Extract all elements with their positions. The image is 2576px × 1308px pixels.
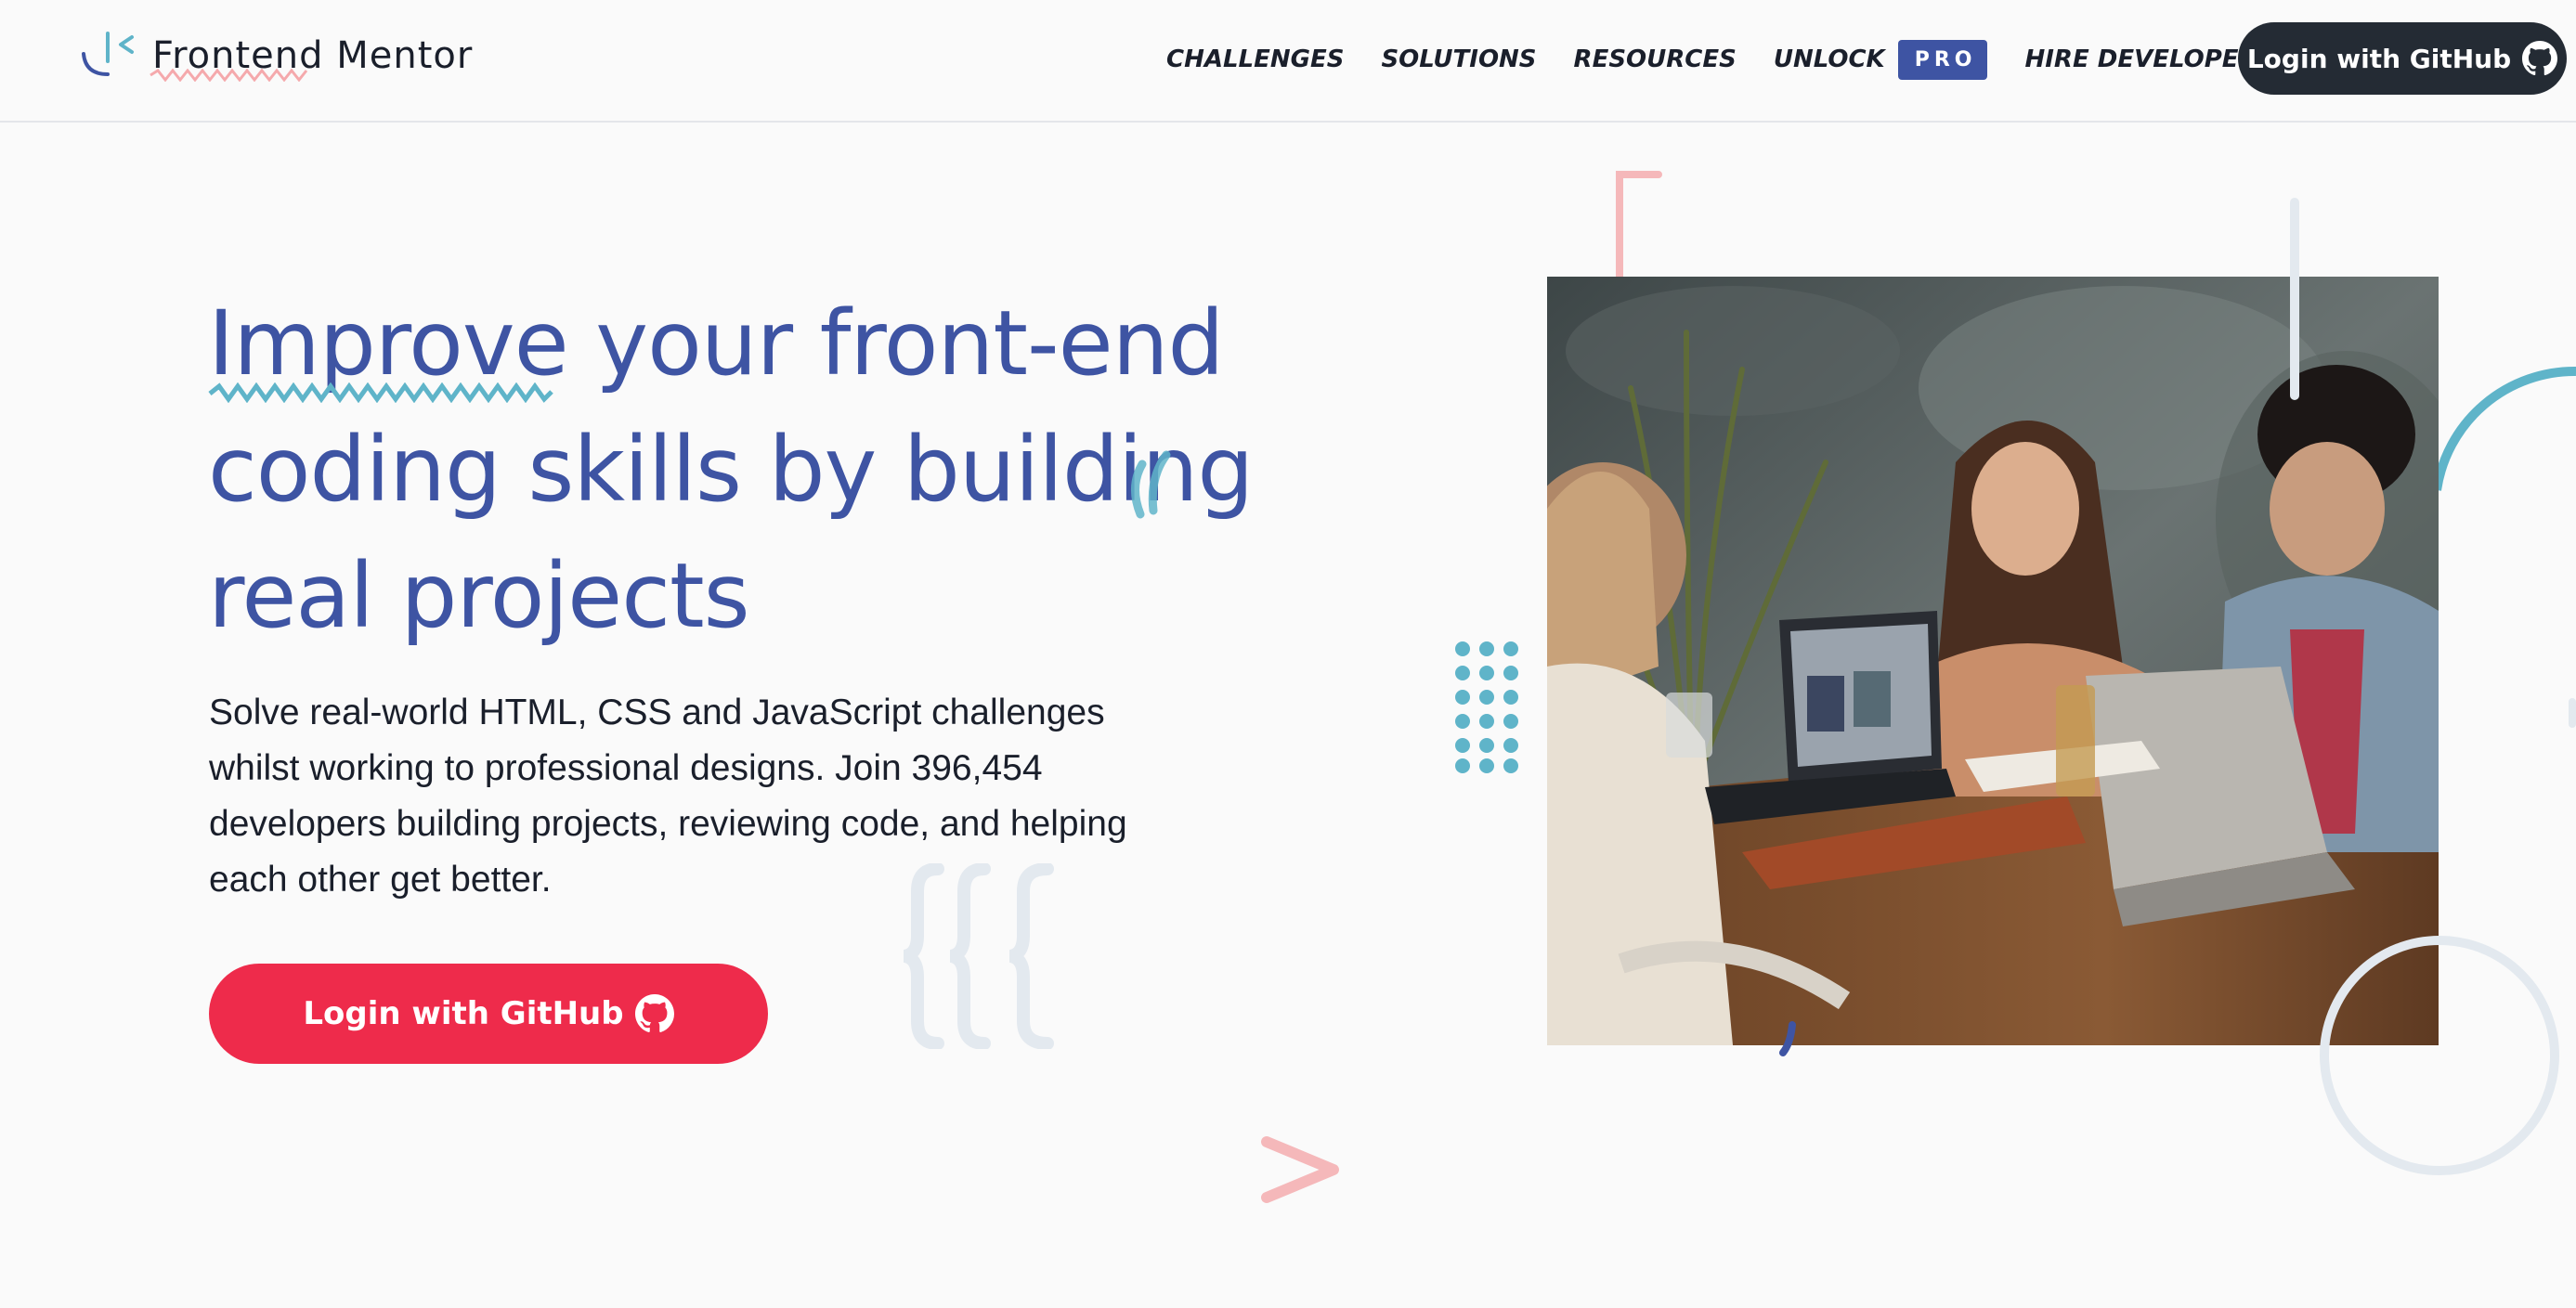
headline-highlight: Improve [208,280,569,407]
dot-grid-decoration [1455,641,1518,773]
pink-bracket-decoration [1616,171,1662,280]
pink-chevron-decoration [1261,1136,1339,1203]
headline-underline-wave [208,382,553,403]
hero-photo [1547,277,2439,1045]
main-nav: CHALLENGES SOLUTIONS RESOURCES UNLOCK PR… [1166,37,2311,82]
nav-unlock-pro[interactable]: UNLOCK PRO [1773,39,1988,80]
hero-headline: Improve your front-end coding skills by … [208,280,1276,659]
nav-challenges[interactable]: CHALLENGES [1166,45,1344,73]
nav-resources[interactable]: RESOURCES [1574,45,1737,73]
header-login-button[interactable]: Login with GitHub [2238,22,2567,95]
pro-badge: PRO [1897,39,1988,80]
headline-first-word: Improve [208,291,569,395]
grey-ring-decoration [2320,936,2559,1175]
logo-icon [82,32,134,76]
logo-link[interactable]: Frontend Mentor [80,26,473,85]
grey-vertical-line-decoration [2290,198,2299,400]
logo-underline-wave [150,69,308,82]
edge-dash-decoration [2569,698,2576,728]
nav-hire-developers[interactable]: HIRE DEVELOPERS [2024,45,2274,73]
nav-unlock-label: UNLOCK [1773,45,1885,73]
hero-login-button[interactable]: Login with GitHub [209,964,768,1064]
hero-photo-illustration [1547,277,2439,1045]
github-icon [634,994,674,1032]
hero-login-label: Login with GitHub [303,995,624,1032]
blue-stroke-decoration [1779,1021,1796,1056]
header-login-label: Login with GitHub [2246,43,2512,74]
curly-braces-decoration [903,863,1054,1049]
teal-arc-decoration [2432,366,2576,491]
site-header: Frontend Mentor CHALLENGES SOLUTIONS RES… [0,0,2576,123]
github-icon [2522,41,2558,76]
nav-solutions[interactable]: SOLUTIONS [1381,45,1536,73]
teal-swirl-decoration [1131,450,1171,519]
